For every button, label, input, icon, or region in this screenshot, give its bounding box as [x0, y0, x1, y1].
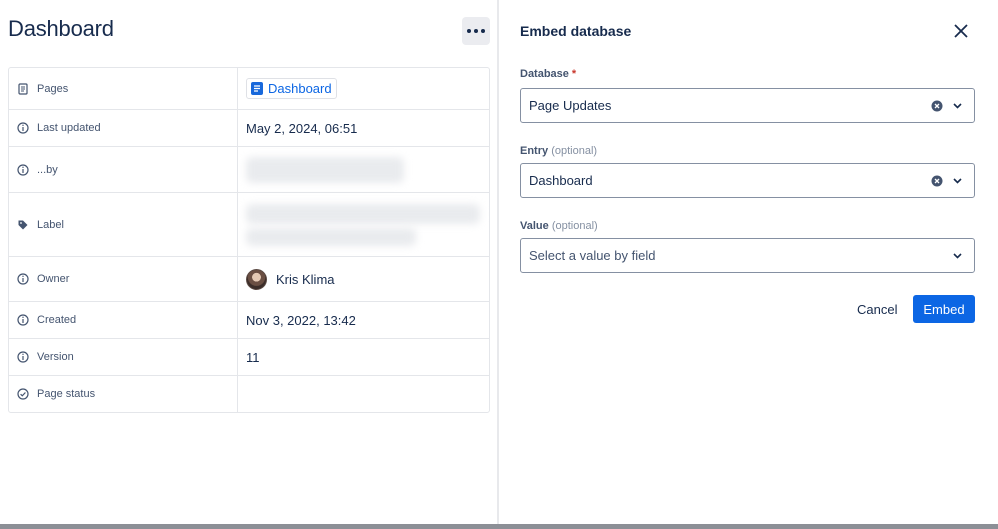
page-link-label: Dashboard [268, 81, 332, 96]
owner-name[interactable]: Kris Klima [276, 272, 335, 287]
property-value: May 2, 2024, 06:51 [238, 110, 489, 146]
property-value: Dashboard [238, 68, 489, 109]
property-row-page-status: Page status [9, 376, 489, 412]
property-row-last-updated: Last updated May 2, 2024, 06:51 [9, 110, 489, 147]
property-value: Nov 3, 2022, 13:42 [238, 302, 489, 338]
bottom-scrollbar [0, 524, 998, 529]
property-key: Owner [9, 257, 238, 301]
page-title: Dashboard [8, 16, 114, 41]
clear-icon[interactable] [931, 100, 943, 112]
property-key: Label [9, 193, 238, 256]
property-key: Created [9, 302, 238, 338]
entry-select[interactable]: Dashboard [520, 163, 975, 198]
info-icon [17, 273, 29, 285]
property-row-label: Label [9, 193, 489, 257]
page-link-chip[interactable]: Dashboard [246, 78, 337, 99]
value-select-placeholder: Select a value by field [529, 248, 656, 263]
more-actions-button[interactable] [462, 17, 490, 45]
check-circle-icon [17, 388, 29, 400]
more-dot [481, 29, 485, 33]
info-icon [17, 351, 29, 363]
property-row-version: Version 11 [9, 339, 489, 376]
property-row-owner: Owner Kris Klima [9, 257, 489, 302]
created-value: Nov 3, 2022, 13:42 [246, 312, 356, 328]
value-label-text: Value [520, 220, 549, 232]
tag-icon [17, 219, 29, 231]
entry-label-text: Entry [520, 145, 549, 157]
property-label: Last updated [37, 122, 101, 134]
page-icon [17, 82, 29, 95]
clear-icon[interactable] [931, 175, 943, 187]
blurred-user [246, 156, 404, 183]
property-key: Pages [9, 68, 238, 109]
chevron-down-icon [953, 103, 962, 109]
more-dot [474, 29, 478, 33]
cancel-button[interactable]: Cancel [849, 295, 905, 323]
value-select[interactable]: Select a value by field [520, 238, 975, 273]
info-icon [17, 163, 29, 176]
optional-hint: (optional) [551, 145, 598, 157]
property-label: Created [37, 314, 77, 326]
avatar[interactable] [246, 268, 267, 290]
chevron-down-icon [953, 253, 962, 259]
property-key: Page status [9, 376, 238, 412]
database-label-text: Database [520, 68, 569, 80]
property-label: Page status [37, 388, 96, 400]
document-icon [251, 82, 263, 95]
close-button[interactable] [951, 21, 971, 41]
property-value: 11 [238, 339, 489, 375]
info-icon [17, 122, 29, 134]
property-value [238, 147, 489, 192]
database-select-value: Page Updates [529, 98, 612, 113]
close-icon [954, 24, 968, 38]
last-updated-value: May 2, 2024, 06:51 [246, 120, 358, 136]
property-value: Kris Klima [238, 257, 489, 301]
property-key: ...by [9, 147, 238, 192]
property-label: Owner [37, 273, 70, 285]
more-horizontal-icon [467, 29, 471, 33]
property-row-pages: Pages Dashboard [9, 68, 489, 110]
optional-hint: (optional) [551, 220, 598, 232]
version-value: 11 [246, 349, 260, 365]
blurred-labels [246, 203, 480, 224]
info-icon [17, 314, 29, 326]
property-row-created: Created Nov 3, 2022, 13:42 [9, 302, 489, 339]
entry-select-value: Dashboard [529, 173, 593, 188]
property-label: Version [37, 351, 74, 363]
database-select[interactable]: Page Updates [520, 88, 975, 123]
property-row-by: ...by [9, 147, 489, 193]
embed-button[interactable]: Embed [913, 295, 975, 323]
property-value[interactable] [238, 376, 489, 412]
properties-table: Pages Dashboard Last updated May 2, 2024… [8, 67, 490, 413]
embed-database-dialog: Embed database Database * Page Updates En… [499, 0, 998, 524]
required-marker: * [571, 68, 577, 80]
property-label: ...by [37, 163, 58, 176]
property-key: Last updated [9, 110, 238, 146]
database-label: Database * [520, 68, 576, 80]
property-label: Pages [37, 82, 69, 95]
property-label: Label [37, 218, 64, 231]
property-value [238, 193, 489, 256]
page-properties-pane: Dashboard Pages Dashboard Last updated M… [0, 0, 498, 529]
chevron-down-icon [953, 178, 962, 184]
dialog-title: Embed database [520, 23, 632, 39]
blurred-labels [246, 227, 416, 246]
entry-label: Entry (optional) [520, 145, 597, 157]
property-key: Version [9, 339, 238, 375]
value-label: Value (optional) [520, 220, 598, 232]
